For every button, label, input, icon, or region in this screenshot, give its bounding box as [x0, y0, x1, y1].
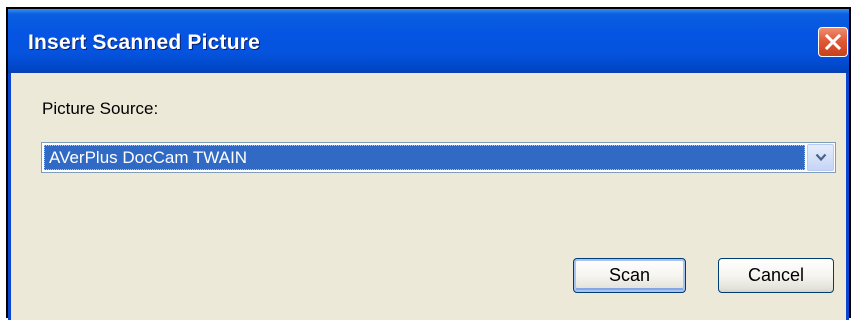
window-left-border	[8, 73, 11, 320]
chevron-down-icon	[815, 153, 826, 162]
selected-item-highlight: AVerPlus DocCam TWAIN	[44, 145, 805, 170]
window-right-border	[846, 73, 849, 320]
close-x-icon	[824, 33, 842, 51]
dialog-body: Picture Source: AVerPlus DocCam TWAIN Sc…	[8, 73, 849, 320]
title-bar[interactable]: Insert Scanned Picture	[8, 9, 849, 73]
picture-source-value: AVerPlus DocCam TWAIN	[49, 148, 248, 167]
dropdown-button[interactable]	[807, 144, 834, 171]
window-title: Insert Scanned Picture	[28, 31, 260, 54]
cancel-button[interactable]: Cancel	[718, 258, 834, 293]
dialog-window: Insert Scanned Picture Picture Source: A…	[6, 7, 851, 320]
picture-source-label: Picture Source:	[42, 99, 159, 118]
close-button[interactable]	[818, 27, 848, 57]
picture-source-select[interactable]: AVerPlus DocCam TWAIN	[41, 142, 836, 173]
scan-button[interactable]: Scan	[573, 258, 686, 293]
